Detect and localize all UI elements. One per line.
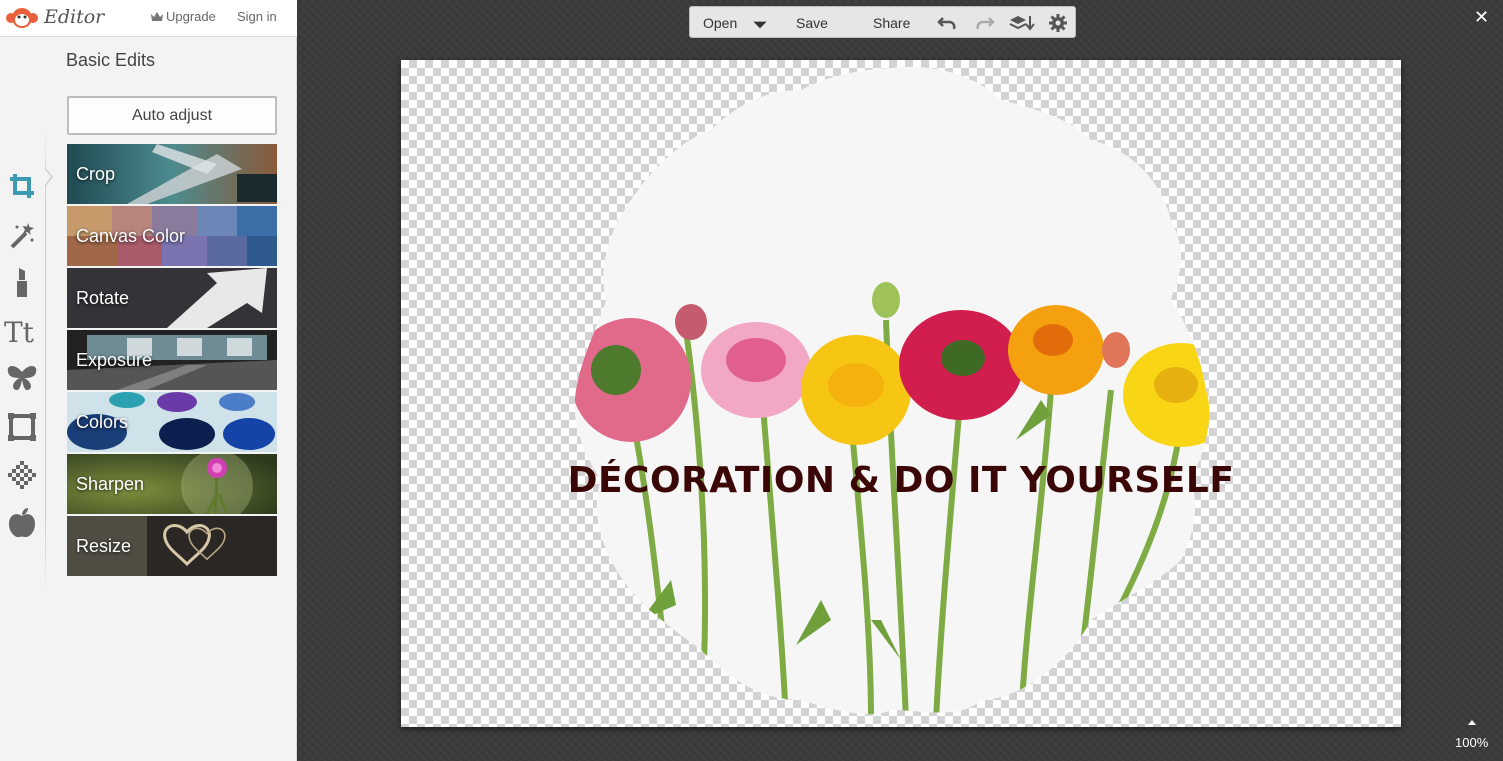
share-button[interactable]: Share [873, 15, 910, 31]
edit-tile-crop[interactable]: Crop [67, 144, 277, 204]
rail-divider [45, 125, 46, 595]
butterfly-icon[interactable] [4, 360, 40, 396]
upgrade-link[interactable]: Upgrade [151, 9, 216, 24]
edit-tile-resize[interactable]: Resize [67, 516, 277, 576]
flower-photo [574, 66, 1210, 715]
edit-tile-canvas-color[interactable]: Canvas Color [67, 206, 277, 266]
svg-text:Tt: Tt [4, 316, 35, 346]
edit-tile-label: Canvas Color [76, 226, 186, 246]
edit-tile-label: Resize [76, 536, 132, 556]
crown-icon [151, 12, 163, 21]
edit-tile-exposure[interactable]: Exposure [67, 330, 277, 390]
crop-tool-icon[interactable] [4, 168, 40, 204]
gear-icon[interactable] [1048, 13, 1068, 33]
edit-tile-label: Crop [76, 164, 116, 184]
sign-in-link[interactable]: Sign in [237, 9, 277, 24]
left-panel: Editor Upgrade Sign in Tt Basic Edits Au… [0, 0, 297, 761]
panel-title: Basic Edits [66, 50, 156, 70]
chevron-down-icon[interactable] [750, 15, 770, 35]
edit-tile-label: Exposure [76, 350, 153, 370]
apple-icon[interactable] [4, 505, 40, 541]
layers-icon[interactable] [1009, 13, 1035, 33]
texture-icon[interactable] [4, 457, 40, 493]
edit-tile-colors[interactable]: Colors [67, 392, 277, 452]
lipstick-icon[interactable] [4, 264, 40, 300]
redo-icon[interactable] [975, 13, 995, 33]
frame-icon[interactable] [4, 409, 40, 445]
image-canvas[interactable]: DÉCORATION & DO IT YOURSELF [401, 60, 1401, 727]
monkey-logo-icon[interactable] [5, 6, 39, 30]
edit-tile-sharpen[interactable]: Sharpen [67, 454, 277, 514]
save-button[interactable]: Save [796, 15, 828, 31]
edit-tile-label: Sharpen [76, 474, 145, 494]
edit-tile-rotate[interactable]: Rotate [67, 268, 277, 328]
app-name: Editor [44, 6, 105, 28]
edit-tile-label: Rotate [76, 288, 130, 308]
auto-adjust-button[interactable]: Auto adjust [67, 96, 277, 135]
zoom-level: 100% [1455, 735, 1489, 750]
close-button[interactable]: ✕ [1474, 7, 1490, 27]
top-toolbar: Open Save Share [689, 6, 1076, 38]
edit-tile-label: Colors [76, 412, 129, 432]
upgrade-label: Upgrade [166, 9, 216, 24]
open-button[interactable]: Open [703, 15, 737, 31]
zoom-expand-arrow-icon[interactable] [1468, 720, 1476, 725]
magic-wand-icon[interactable] [4, 217, 40, 253]
overlay-text[interactable]: DÉCORATION & DO IT YOURSELF [401, 460, 1401, 501]
undo-icon[interactable] [937, 13, 957, 33]
text-icon[interactable]: Tt [4, 313, 40, 349]
top-bar: Editor Upgrade Sign in [0, 0, 297, 37]
active-tool-pointer [44, 167, 53, 187]
